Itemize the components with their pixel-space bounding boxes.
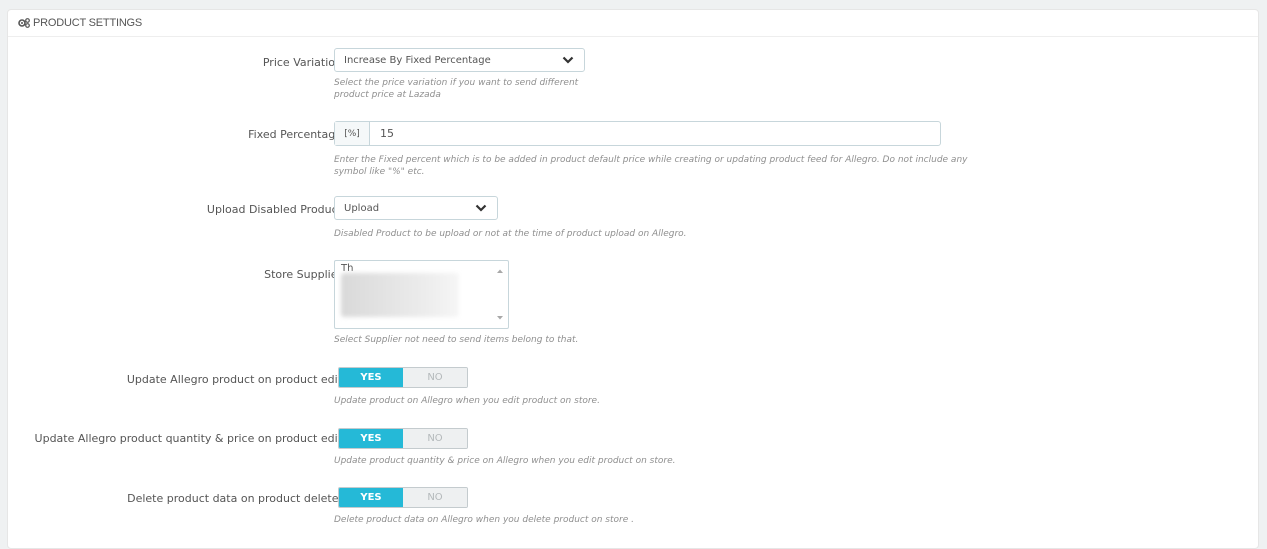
- delete-on-delete-toggle[interactable]: YES NO: [338, 487, 468, 508]
- help-line: symbol like "%" etc.: [334, 167, 425, 177]
- no-option[interactable]: NO: [403, 368, 467, 387]
- yes-option[interactable]: YES: [339, 429, 403, 448]
- chevron-down-icon: [562, 55, 574, 65]
- redacted-options: [341, 273, 459, 317]
- percent-icon: [%]: [335, 122, 370, 145]
- fixed-percentage-input-group[interactable]: [%] 15: [334, 121, 941, 146]
- update-on-edit-toggle[interactable]: YES NO: [338, 367, 468, 388]
- price-variation-help: Select the price variation if you want t…: [334, 77, 578, 101]
- panel-title: PRODUCT SETTINGS: [33, 17, 143, 29]
- panel-heading: PRODUCT SETTINGS: [8, 10, 1258, 37]
- update-qty-price-toggle[interactable]: YES NO: [338, 428, 468, 449]
- delete-on-delete-label: Delete product data on product delete.: [127, 492, 342, 505]
- fixed-percentage-label: Fixed Percentage: [248, 128, 342, 141]
- update-on-edit-label: Update Allegro product on product edit: [126, 373, 342, 386]
- chevron-down-icon: [475, 203, 487, 213]
- fixed-percentage-help: Enter the Fixed percent which is to be a…: [334, 154, 967, 178]
- help-line: product price at Lazada: [334, 90, 441, 100]
- price-variation-label: Price Variation: [262, 56, 342, 69]
- delete-on-delete-help: Delete product data on Allegro when you …: [334, 515, 634, 525]
- update-qty-price-help: Update product quantity & price on Alleg…: [334, 456, 676, 466]
- upload-disabled-value: Upload: [344, 202, 380, 214]
- price-variation-select[interactable]: Increase By Fixed Percentage: [334, 48, 585, 72]
- update-qty-price-label: Update Allegro product quantity & price …: [34, 432, 342, 445]
- update-on-edit-help: Update product on Allegro when you edit …: [334, 396, 600, 406]
- help-line: Select the price variation if you want t…: [334, 78, 579, 88]
- upload-disabled-help: Disabled Product to be upload or not at …: [334, 229, 687, 239]
- upload-disabled-label: Upload Disabled Product: [206, 203, 342, 216]
- no-option[interactable]: NO: [403, 429, 467, 448]
- help-line: Enter the Fixed percent which is to be a…: [334, 155, 968, 165]
- store-supplier-help: Select Supplier not need to send items b…: [334, 335, 579, 345]
- scrollbar[interactable]: [492, 261, 508, 328]
- upload-disabled-select[interactable]: Upload: [334, 196, 498, 220]
- store-supplier-label: Store Supplier: [264, 268, 342, 281]
- product-settings-panel: PRODUCT SETTINGS: [7, 9, 1259, 549]
- yes-option[interactable]: YES: [339, 368, 403, 387]
- price-variation-value: Increase By Fixed Percentage: [344, 54, 491, 66]
- no-option[interactable]: NO: [403, 488, 467, 507]
- yes-option[interactable]: YES: [339, 488, 403, 507]
- fixed-percentage-input[interactable]: 15: [370, 122, 394, 145]
- cogs-icon: [18, 18, 30, 28]
- store-supplier-multiselect[interactable]: Th: [334, 260, 509, 329]
